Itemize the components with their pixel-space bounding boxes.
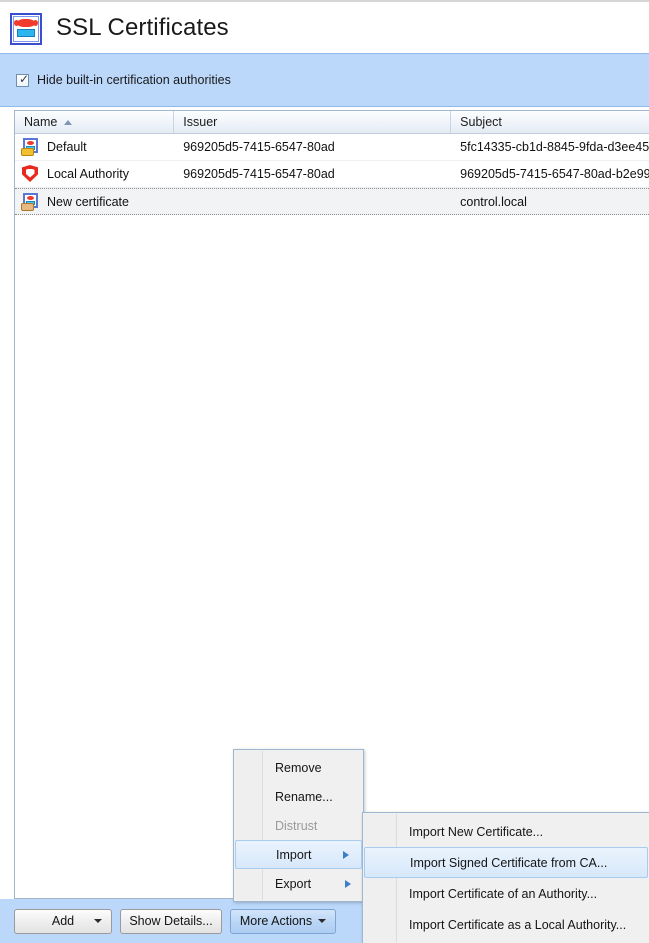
menu-item-export-label: Export bbox=[275, 876, 312, 891]
certificate-icon bbox=[10, 12, 42, 45]
cell-subject: 5fc14335-cb1d-8845-9fda-d3ee45 bbox=[460, 140, 649, 154]
cell-name: New certificate bbox=[15, 192, 174, 211]
cell-name: Local Authority bbox=[15, 165, 174, 183]
show-details-button-label: Show Details... bbox=[129, 914, 213, 928]
cell-name-label: Default bbox=[47, 140, 87, 154]
cell-issuer: 969205d5-7415-6547-80ad bbox=[183, 167, 335, 181]
menu-item-rename-label: Rename... bbox=[275, 789, 333, 804]
column-header-name-label: Name bbox=[24, 115, 58, 129]
menu-item-import-new-certificate[interactable]: Import New Certificate... bbox=[363, 816, 649, 847]
certificate-key-icon bbox=[21, 138, 39, 156]
table-header-row: Name Issuer Subject bbox=[15, 111, 649, 134]
column-header-issuer-label: Issuer bbox=[183, 115, 218, 129]
table-row[interactable]: Local Authority 969205d5-7415-6547-80ad … bbox=[15, 161, 649, 188]
more-actions-button[interactable]: More Actions bbox=[230, 908, 336, 934]
chevron-right-icon bbox=[345, 879, 351, 888]
cell-name-label: Local Authority bbox=[47, 167, 129, 181]
add-button[interactable]: Add bbox=[14, 908, 112, 934]
chevron-down-icon bbox=[94, 919, 102, 923]
menu-item-import-new-certificate-label: Import New Certificate... bbox=[409, 824, 544, 839]
cell-subject: control.local bbox=[460, 194, 527, 209]
menu-item-import-certificate-as-local-authority-label: Import Certificate as a Local Authority.… bbox=[409, 917, 627, 932]
check-icon: ✓ bbox=[19, 71, 30, 86]
hide-builtin-ca-label: Hide built-in certification authorities bbox=[37, 73, 231, 87]
column-header-issuer[interactable]: Issuer bbox=[174, 111, 452, 133]
menu-item-import[interactable]: Import bbox=[235, 840, 362, 869]
menu-item-remove-label: Remove bbox=[275, 760, 322, 775]
menu-item-distrust-label: Distrust bbox=[275, 818, 318, 833]
add-button-label: Add bbox=[51, 914, 75, 928]
sort-ascending-icon bbox=[64, 119, 73, 125]
certificate-key-icon bbox=[21, 192, 39, 211]
table-row[interactable]: New certificate control.local bbox=[15, 188, 649, 215]
menu-item-import-signed-certificate-from-ca[interactable]: Import Signed Certificate from CA... bbox=[364, 847, 648, 878]
table-row[interactable]: Default 969205d5-7415-6547-80ad 5fc14335… bbox=[15, 134, 649, 161]
menu-item-rename[interactable]: Rename... bbox=[234, 782, 363, 811]
more-actions-context-menu: Remove Rename... Distrust Import Export bbox=[233, 749, 364, 902]
column-header-subject-label: Subject bbox=[460, 115, 502, 129]
menu-item-import-signed-certificate-from-ca-label: Import Signed Certificate from CA... bbox=[410, 855, 608, 870]
column-header-subject[interactable]: Subject bbox=[451, 111, 649, 133]
column-header-name[interactable]: Name bbox=[15, 111, 175, 133]
menu-item-import-certificate-of-an-authority-label: Import Certificate of an Authority... bbox=[409, 886, 598, 901]
cell-subject: 969205d5-7415-6547-80ad-b2e99 bbox=[460, 167, 649, 181]
cell-name-label: New certificate bbox=[47, 194, 129, 209]
page-title: SSL Certificates bbox=[56, 13, 229, 41]
menu-item-export[interactable]: Export bbox=[234, 869, 363, 898]
import-submenu: Import New Certificate... Import Signed … bbox=[362, 812, 649, 943]
hide-builtin-ca-checkbox-row[interactable]: ✓ Hide built-in certification authoritie… bbox=[16, 73, 231, 87]
cell-issuer: 969205d5-7415-6547-80ad bbox=[183, 140, 335, 154]
cell-name: Default bbox=[15, 138, 174, 156]
menu-item-import-label: Import bbox=[276, 847, 312, 862]
chevron-down-icon bbox=[318, 919, 327, 923]
table-body: Default 969205d5-7415-6547-80ad 5fc14335… bbox=[15, 134, 649, 215]
menu-item-distrust: Distrust bbox=[234, 811, 363, 840]
show-details-button[interactable]: Show Details... bbox=[120, 908, 222, 934]
menu-item-import-certificate-of-an-authority[interactable]: Import Certificate of an Authority... bbox=[363, 878, 649, 909]
window-titlebar: SSL Certificates bbox=[0, 0, 649, 53]
menu-item-remove[interactable]: Remove bbox=[234, 753, 363, 782]
more-actions-button-label: More Actions bbox=[239, 914, 313, 928]
chevron-right-icon bbox=[343, 850, 349, 859]
ssl-certificates-window: SSL Certificates ✓ Hide built-in certifi… bbox=[0, 0, 649, 943]
hide-builtin-ca-checkbox[interactable]: ✓ bbox=[16, 71, 30, 87]
shield-icon bbox=[21, 165, 39, 183]
menu-item-import-certificate-as-local-authority[interactable]: Import Certificate as a Local Authority.… bbox=[363, 909, 649, 940]
filter-band: ✓ Hide built-in certification authoritie… bbox=[0, 53, 649, 107]
